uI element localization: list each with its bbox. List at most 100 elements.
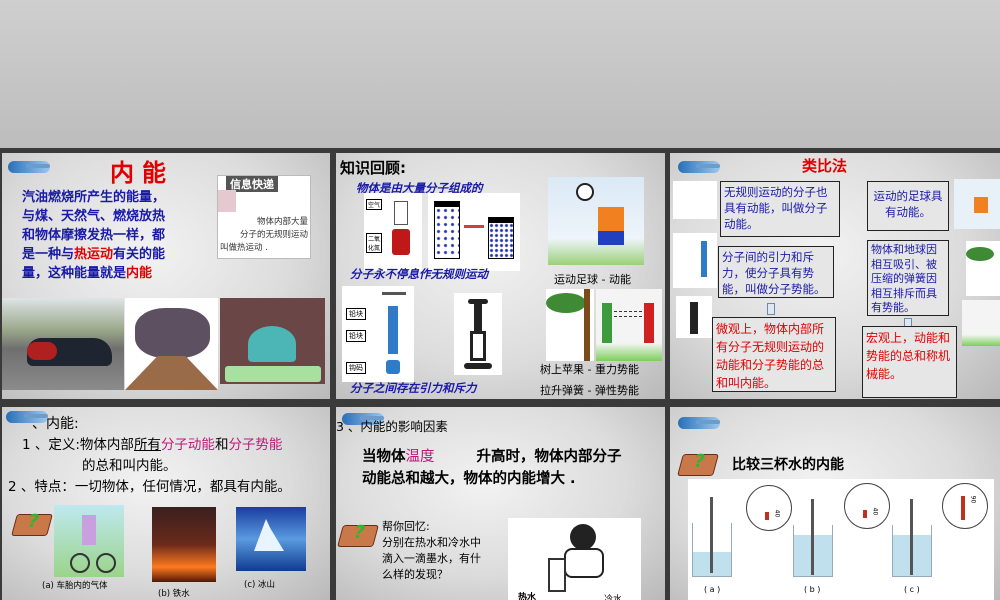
slide-heading: 3 、内能的影响因素 [336,419,448,434]
ball-kinetic-box: 运动的足球具有动能。 [867,181,949,231]
slide-heading: 、内能: [32,416,79,432]
slide-title: 知识回顾: [340,159,406,177]
t: 和 [214,437,229,453]
t: 滴入一滴墨水，有什 [382,552,481,565]
sports-car-image [2,298,124,390]
t: 分别在热水和冷水中 [382,536,481,549]
definition-line: 1 、定义:物体内部所有分子动能和分子势能 [22,433,282,453]
caption-a: ( a ) [704,585,721,594]
internal-energy-box: 微观上，物体内部所有分子无规则运动的动能和分子势能的总和叫内能。 [712,317,836,392]
statement-motion: 分子永不停息作无规则运动 [350,267,488,281]
bicycle-girl-image [54,505,124,577]
spring-stretch-image [596,289,662,361]
logo-icon [678,417,720,429]
t: 物体内部大量 [256,217,308,227]
previous-slide-partial[interactable] [0,0,1000,148]
caption-kinetic: 运动足球 - 动能 [554,273,631,286]
lead-blocks-image: 铅块 铅块 钩码 [342,286,414,382]
temperature-line: 当物体温度 升高时，物体内部分子 [362,445,622,466]
therm-reading-b: 40 [871,507,879,516]
slide-title: 比较三杯水的内能 [732,457,844,473]
apple-tree-image [546,289,594,361]
t: 1 、定义:物体内部 [22,437,134,453]
caption-b: (b) 铁水 [158,589,190,599]
kinetic-molecule-box: 无规则运动的分子也具有动能，叫做分子动能。 [720,181,840,237]
caption-c: (c) 冰山 [244,580,276,590]
three-beakers-image: 40 40 90 ( a ) ( b ) ( c ) [688,479,994,600]
therm-reading-a: 40 [773,509,781,518]
label: 二氧化氮 [366,233,382,253]
feature-line: 2 、特点：一切物体，任何情况，都具有内能。 [8,479,291,495]
caption-c: ( c ) [904,585,920,594]
label: 钩码 [346,362,366,374]
gas-image [673,181,717,219]
mechanical-energy-box: 宏观上，动能和势能的总和称机械能。 [862,326,957,398]
down-arrow-icon [767,303,775,315]
slide-thumbnail-5[interactable]: 3 、内能的影响因素 当物体温度 升高时，物体内部分子 动能总和越大，物体的内能增… [336,407,665,600]
line: 汽油燃烧所产生的能量， [22,190,166,205]
definition-line-2: 的总和叫内能。 [82,458,177,474]
caption-gravity: 树上苹果 - 重力势能 [540,363,639,376]
therm-reading-c: 90 [969,495,977,504]
iceberg-image [236,507,306,571]
t: 量，这种能量就是 [22,266,127,281]
caption-elastic: 拉升弹簧 - 弹性势能 [540,384,639,397]
kettle-image [220,298,325,384]
temperature-line-2: 动能总和越大，物体的内能增大 . [362,471,576,487]
label: 铅块 [346,308,366,320]
label: 空气 [366,199,383,210]
t: 分子动能 [160,437,215,453]
line: 和物体摩擦发热一样，都 [22,228,166,243]
t: 分子的无规则运动 [239,230,308,240]
t: 么样的发现？ [382,568,448,581]
logo-icon [678,161,720,173]
help-text: 帮你回忆: 分别在热水和冷水中 滴入一滴墨水，有什 么样的发现？ [382,519,481,583]
logo-icon [8,161,50,173]
slide-thumbnail-2[interactable]: 知识回顾: 物体是由大量分子组成的 空气 二氧化氮 分子永不停息作无规则运动 铅… [336,153,665,399]
t: 叫做热运动 . [220,243,268,253]
slide-thumbnail-1[interactable]: 内能 汽油燃烧所产生的能量， 与煤、天然气、燃烧放热 和物体摩擦发热一样，都 是… [2,153,330,399]
line: 量，这种能量就是内能 [22,264,165,283]
statement-forces: 分子之间存在引力和斥力 [350,381,477,395]
t: 温度 [405,449,435,465]
card-image [218,190,236,212]
info-box: 信息快递 物体内部大量 分子的无规则运动 叫做热运动 . [217,175,311,259]
spring-image [962,300,1000,346]
t: 当物体 [362,449,406,465]
diffusion-bottles-image: 空气 二氧化氮 [364,193,422,271]
question-book-icon: ? [337,522,379,547]
t: 升高时，物体内部分子 [476,449,622,465]
caption-a: (a) 车胎内的气体 [42,581,108,591]
question-book-icon: ? [11,511,53,536]
tree-image [966,241,1000,296]
label: 铅块 [346,330,366,342]
t: 帮你回忆: [382,520,430,533]
slide-thumbnail-6[interactable]: ? 比较三杯水的内能 40 40 90 ( a ) ( b ) ( c ) [670,407,1000,600]
potential-box: 物体和地球因相互吸引、被压缩的弹簧因相互排斥而具有势能。 [867,240,949,316]
t: 内能 [126,266,153,281]
volcano-image [125,298,218,390]
slide-title: 类比法 [802,157,848,175]
lead-blocks-image [673,233,717,288]
ink-drop-experiment-image: 热水 冷水 [508,518,641,600]
question-book-icon: ? [677,451,719,476]
caption-b: ( b ) [804,585,821,594]
slide-title: 内能 [110,159,174,187]
t: 是一种与 [22,247,75,262]
soccer-image [954,179,1000,229]
air-pump-image [676,296,712,338]
line: 是一种与热运动有关的能 [22,245,165,264]
hot-water-label: 热水 [518,593,537,600]
potential-molecule-box: 分子间的引力和斥力，使分子具有势能，叫做分子势能。 [718,246,834,298]
t: 分子势能 [228,437,283,453]
air-pump-image [454,293,502,375]
intro-paragraph: 汽油燃烧所产生的能量， 与煤、天然气、燃烧放热 和物体摩擦发热一样，都 是一种与… [22,188,165,283]
soccer-player-image [548,177,644,265]
cold-water-label: 冷水 [604,595,623,600]
slide-thumbnail-4[interactable]: 、内能: 1 、定义:物体内部所有分子动能和分子势能 的总和叫内能。 2 、特点… [2,407,330,600]
line: 与煤、天然气、燃烧放热 [22,209,166,224]
t: 有关的能 [113,247,166,262]
t: 热运动 [74,247,114,262]
molten-iron-image [152,507,216,582]
slide-thumbnail-3[interactable]: 类比法 无规则运动的分子也具有动能，叫做分子动能。 分子间的引力和斥力，使分子具… [670,153,1000,399]
